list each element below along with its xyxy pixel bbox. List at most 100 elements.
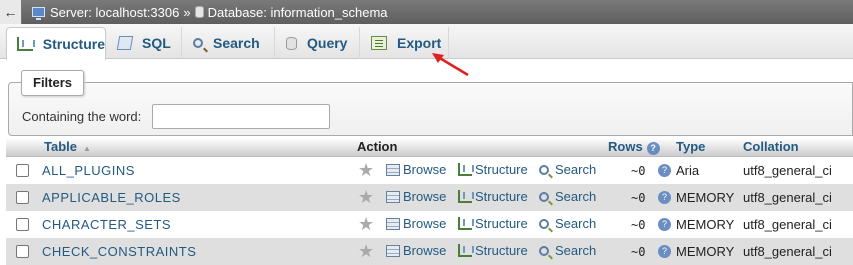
structure-label[interactable]: Structure: [475, 243, 528, 258]
browse-icon: [386, 163, 400, 176]
structure-label[interactable]: Structure: [475, 162, 528, 177]
search-icon: [539, 245, 549, 256]
row-checkbox[interactable]: [16, 191, 29, 204]
breadcrumb-separator: »: [183, 4, 191, 20]
row-checkbox[interactable]: [16, 218, 29, 231]
structure-link[interactable]: Structure: [458, 162, 528, 177]
column-header-type[interactable]: Type: [676, 139, 705, 154]
structure-link[interactable]: Structure: [458, 189, 528, 204]
back-arrow-icon[interactable]: ←: [0, 0, 22, 24]
search-icon: [193, 38, 203, 48]
structure-link[interactable]: Structure: [458, 216, 528, 231]
tab-structure-label: Structure: [42, 36, 105, 52]
server-icon: [32, 7, 45, 20]
favorite-star-icon[interactable]: ★: [358, 241, 374, 261]
search-label[interactable]: Search: [555, 189, 596, 204]
search-label[interactable]: Search: [555, 162, 596, 177]
breadcrumb-server-label[interactable]: Server: localhost:3306: [50, 5, 179, 20]
browse-label[interactable]: Browse: [403, 162, 446, 177]
help-icon[interactable]: ?: [658, 191, 671, 204]
database-icon: [194, 6, 204, 18]
table-row[interactable]: ALL_PLUGINS ★ Browse Structure Search ~0? Aria…: [6, 157, 853, 184]
favorite-star-icon[interactable]: ★: [358, 214, 374, 234]
structure-link[interactable]: Structure: [458, 243, 528, 258]
breadcrumb-database[interactable]: Database: information_schema: [194, 5, 388, 20]
search-link[interactable]: Search: [539, 162, 596, 177]
help-icon[interactable]: ?: [658, 164, 671, 177]
structure-label[interactable]: Structure: [475, 216, 528, 231]
table-row[interactable]: CHARACTER_SETS ★ Browse Structure Search ~0? M…: [6, 211, 853, 238]
table-name-link[interactable]: CHARACTER_SETS: [42, 217, 171, 232]
filters-legend: Filters: [21, 70, 85, 96]
search-link[interactable]: Search: [539, 216, 596, 231]
browse-icon: [386, 244, 400, 257]
search-icon: [539, 191, 549, 202]
search-label[interactable]: Search: [555, 216, 596, 231]
tab-search[interactable]: Search: [183, 27, 275, 59]
column-header-table-label[interactable]: Table: [44, 139, 77, 154]
row-count: ~0: [631, 164, 646, 178]
sql-icon: [116, 36, 134, 50]
tab-export-label: Export: [397, 35, 442, 51]
structure-icon: [458, 244, 474, 257]
collation-value: utf8_general_ci: [743, 190, 832, 205]
help-icon[interactable]: ?: [646, 142, 660, 155]
row-count: ~0: [631, 245, 646, 259]
export-icon: [371, 36, 387, 50]
search-link[interactable]: Search: [539, 189, 596, 204]
column-header-rows-label[interactable]: Rows: [608, 139, 643, 154]
query-icon: [286, 36, 297, 50]
row-count: ~0: [631, 218, 646, 232]
browse-label[interactable]: Browse: [403, 216, 446, 231]
breadcrumb-database-label[interactable]: Database: information_schema: [208, 5, 388, 20]
breadcrumb: ← Server: localhost:3306 » Database: inf…: [0, 0, 853, 24]
tab-structure[interactable]: Structure: [6, 27, 106, 60]
browse-icon: [386, 217, 400, 230]
collation-value: utf8_general_ci: [743, 163, 832, 178]
collation-value: utf8_general_ci: [743, 217, 832, 232]
browse-link[interactable]: Browse: [386, 162, 446, 177]
filter-label: Containing the word:: [22, 109, 142, 124]
search-icon: [539, 218, 549, 229]
column-header-action: Action: [357, 139, 398, 154]
structure-icon: [458, 217, 474, 230]
structure-icon: [17, 37, 35, 51]
tab-search-label: Search: [213, 35, 260, 51]
structure-icon: [458, 163, 474, 176]
row-checkbox[interactable]: [16, 164, 29, 177]
annotation-arrow-icon: [432, 53, 469, 77]
filter-word-input[interactable]: [152, 104, 330, 129]
table-name-link[interactable]: APPLICABLE_ROLES: [42, 190, 181, 205]
sort-ascending-icon[interactable]: ▲: [83, 144, 91, 153]
engine-type: MEMORY: [676, 217, 735, 232]
table-name-link[interactable]: ALL_PLUGINS: [42, 163, 135, 178]
browse-link[interactable]: Browse: [386, 243, 446, 258]
search-icon: [539, 164, 549, 175]
column-header-table[interactable]: Table ▲: [44, 139, 91, 154]
table-row[interactable]: APPLICABLE_ROLES ★ Browse Structure Search ~0…: [6, 184, 853, 211]
engine-type: Aria: [676, 163, 700, 178]
browse-link[interactable]: Browse: [386, 216, 446, 231]
row-count: ~0: [631, 191, 646, 205]
tab-sql[interactable]: SQL: [108, 27, 182, 59]
tab-query-label: Query: [307, 35, 348, 51]
engine-type: MEMORY: [676, 190, 735, 205]
table-header: Table ▲ Action Rows? Type Collation: [6, 138, 853, 157]
tab-bar: Structure SQL Search Query Export: [0, 24, 853, 60]
browse-label[interactable]: Browse: [403, 189, 446, 204]
column-header-collation[interactable]: Collation: [743, 139, 799, 154]
search-label[interactable]: Search: [555, 243, 596, 258]
browse-label[interactable]: Browse: [403, 243, 446, 258]
favorite-star-icon[interactable]: ★: [358, 187, 374, 207]
structure-label[interactable]: Structure: [475, 189, 528, 204]
search-link[interactable]: Search: [539, 243, 596, 258]
breadcrumb-server[interactable]: Server: localhost:3306 »: [32, 5, 195, 20]
browse-icon: [386, 190, 400, 203]
structure-icon: [458, 190, 474, 203]
browse-link[interactable]: Browse: [386, 189, 446, 204]
column-header-rows[interactable]: Rows?: [608, 139, 660, 155]
help-icon[interactable]: ?: [658, 218, 671, 231]
favorite-star-icon[interactable]: ★: [358, 160, 374, 180]
tab-sql-label: SQL: [142, 35, 171, 51]
tab-query[interactable]: Query: [276, 27, 360, 59]
